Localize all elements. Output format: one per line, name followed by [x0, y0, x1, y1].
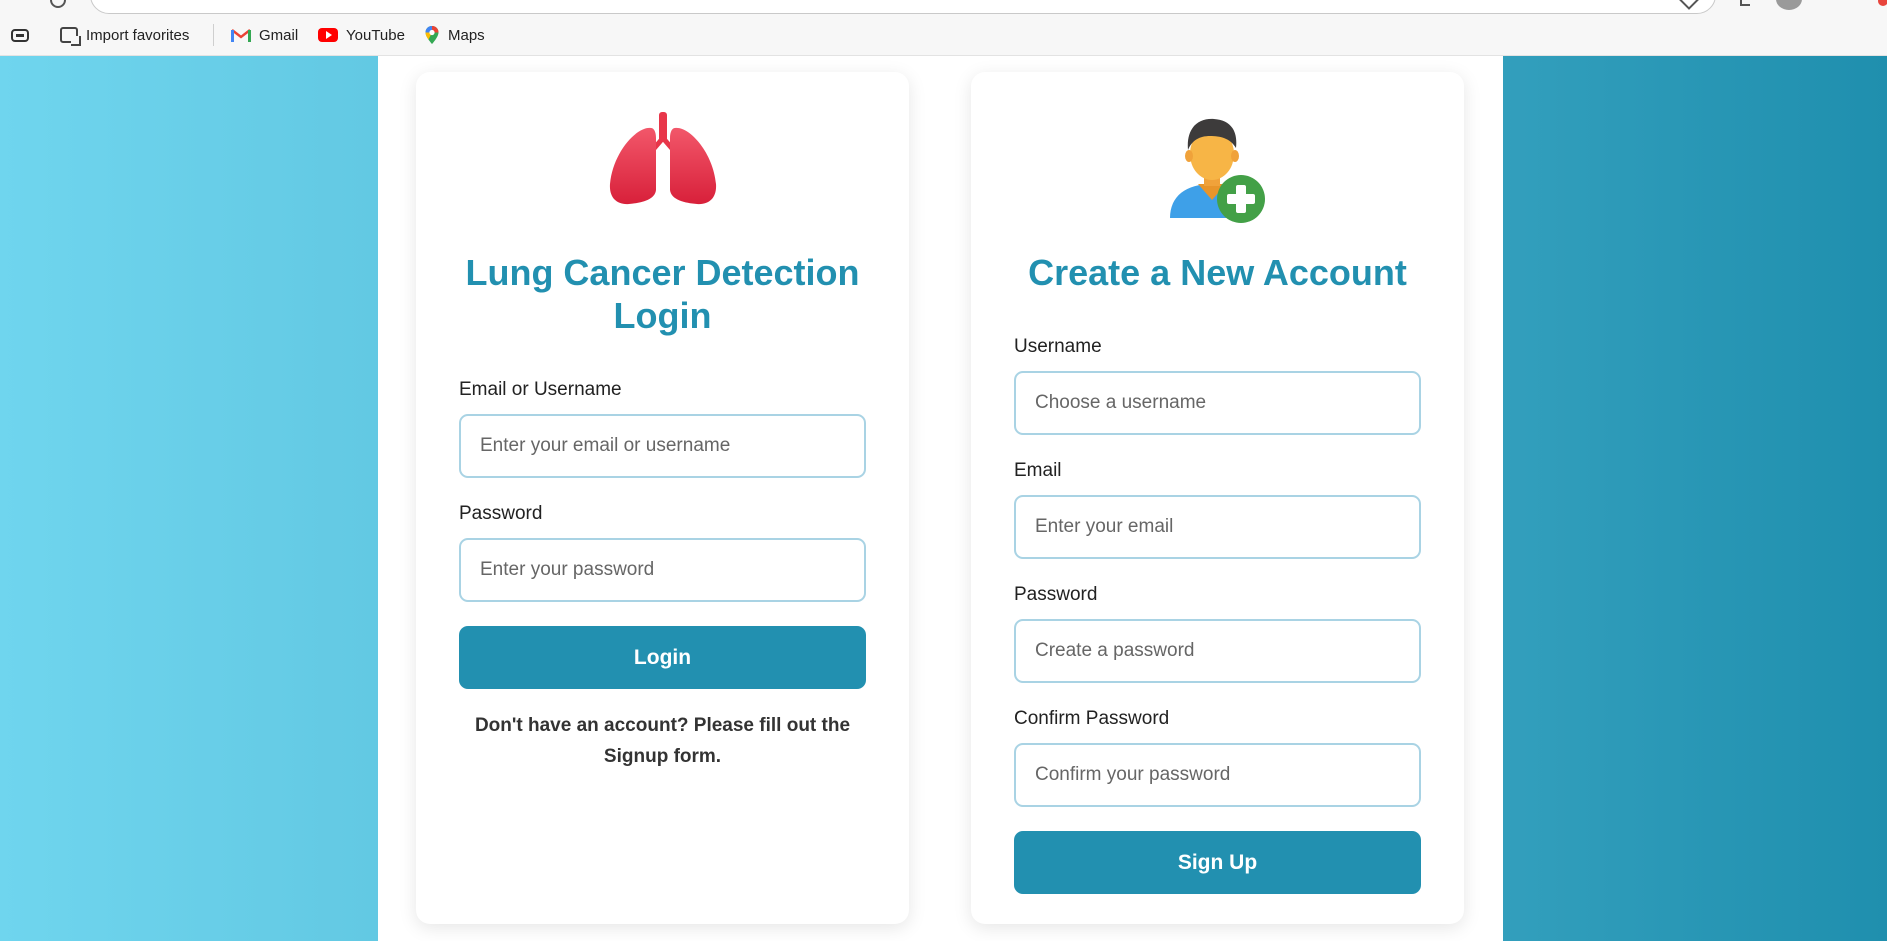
bookmark-label: Gmail	[259, 26, 299, 44]
gmail-icon	[231, 28, 251, 42]
address-bar-row	[0, 0, 1887, 14]
notification-dot-icon	[1878, 0, 1887, 6]
bookmark-label: YouTube	[346, 26, 405, 44]
youtube-icon	[318, 28, 338, 42]
bookmark-label: Import favorites	[86, 26, 190, 44]
signup-password-input[interactable]	[1014, 619, 1421, 683]
login-title: Lung Cancer Detection Login	[465, 252, 860, 336]
email-username-input[interactable]	[459, 414, 866, 478]
signup-hint-text: Don't have an account? Please fill out t…	[474, 715, 851, 767]
bookmark-label: Maps	[448, 26, 485, 44]
url-bar[interactable]	[90, 0, 1716, 14]
bookmark-maps[interactable]: Maps	[424, 14, 485, 56]
content-panel: Lung Cancer Detection Login Email or Use…	[378, 56, 1503, 941]
email-username-label: Email or Username	[459, 379, 622, 400]
bookmark-gmail[interactable]: Gmail	[231, 14, 298, 56]
confirm-password-label: Confirm Password	[1014, 708, 1170, 729]
signup-button[interactable]: Sign Up	[1014, 831, 1421, 894]
lungs-icon	[609, 112, 716, 205]
username-label: Username	[1014, 336, 1102, 357]
tab-actions-icon	[11, 28, 29, 42]
username-input[interactable]	[1014, 371, 1421, 435]
bookmark-youtube[interactable]: YouTube	[318, 14, 405, 56]
email-input[interactable]	[1014, 495, 1421, 559]
email-label: Email	[1014, 460, 1062, 481]
signup-password-label: Password	[1014, 584, 1098, 605]
extensions-icon[interactable]	[1740, 0, 1750, 6]
add-user-icon	[1169, 118, 1265, 223]
bookmarks-bar: Import favorites Gmail YouTube Maps	[0, 14, 1887, 56]
bookmark-divider	[213, 24, 214, 46]
bookmark-import-favorites[interactable]: Import favorites	[60, 14, 189, 56]
password-input[interactable]	[459, 538, 866, 602]
login-card: Lung Cancer Detection Login Email or Use…	[416, 72, 909, 924]
confirm-password-input[interactable]	[1014, 743, 1421, 807]
login-button[interactable]: Login	[459, 626, 866, 689]
signup-card: Create a New Account Username Email Pass…	[971, 72, 1464, 924]
profile-avatar[interactable]	[1776, 0, 1802, 10]
reload-icon[interactable]	[50, 0, 66, 8]
import-icon	[60, 27, 81, 46]
password-label: Password	[459, 503, 543, 524]
page-background: Lung Cancer Detection Login Email or Use…	[0, 56, 1887, 941]
maps-icon	[425, 26, 439, 44]
tab-actions-button[interactable]	[11, 14, 29, 56]
signup-title: Create a New Account	[1028, 252, 1407, 293]
